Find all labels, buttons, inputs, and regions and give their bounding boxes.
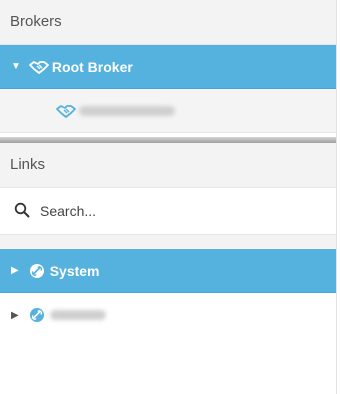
tree-item-label: System <box>49 262 100 279</box>
tree-item-label: Root Broker <box>51 58 133 75</box>
tree-item-link[interactable]: ▶ <box>0 293 336 337</box>
collapse-triangle-icon[interactable]: ▶ <box>11 310 19 321</box>
spacer <box>0 235 336 249</box>
expand-triangle-icon[interactable]: ▼ <box>11 61 21 72</box>
links-section-header: Links <box>0 143 336 188</box>
link-icon <box>27 263 47 279</box>
link-icon <box>27 307 47 323</box>
redacted-broker-name <box>79 105 175 116</box>
sidebar-panel: Brokers ▼ Root Broker Links Search... ▶ … <box>0 0 337 394</box>
search-icon <box>14 202 30 221</box>
tree-item-child-broker[interactable] <box>0 89 336 133</box>
redacted-link-name <box>49 310 106 320</box>
search-input[interactable] <box>38 202 302 220</box>
tree-item-system[interactable]: ▶ System <box>0 249 336 293</box>
handshake-icon <box>29 59 49 75</box>
brokers-section-header: Brokers <box>0 0 336 45</box>
search-box[interactable] <box>0 188 336 235</box>
handshake-icon <box>56 103 76 119</box>
collapse-triangle-icon[interactable]: ▶ <box>11 265 19 276</box>
tree-item-root-broker[interactable]: ▼ Root Broker <box>0 45 336 89</box>
